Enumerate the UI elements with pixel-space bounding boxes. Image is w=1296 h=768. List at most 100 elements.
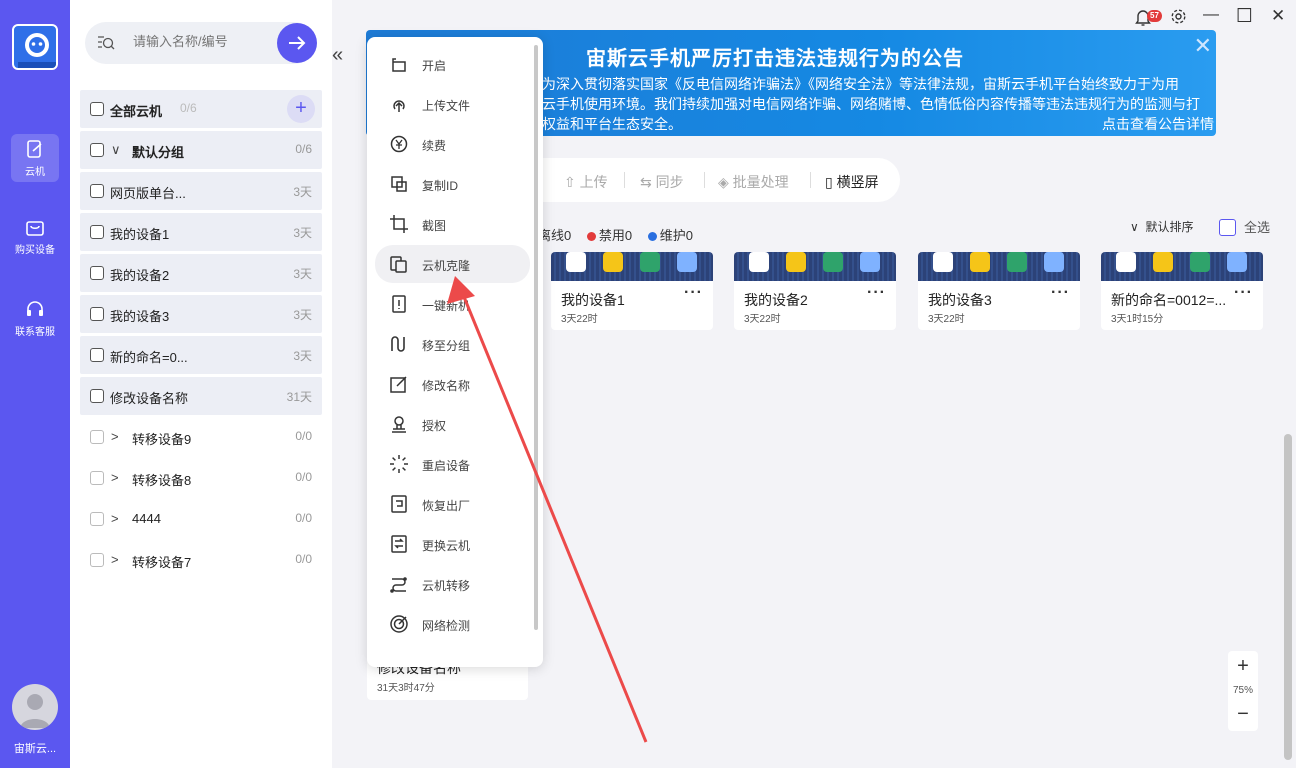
checkbox[interactable] [90,184,104,198]
device-card[interactable]: 我的设备3 3天22时 ··· [918,252,1080,330]
device-days: 3天 [293,226,312,240]
menu-item-transfer[interactable]: 云机转移 [375,565,530,603]
chevron-right-icon[interactable]: > [111,429,119,444]
device-row[interactable]: 修改设备名称 31天 [80,377,322,415]
checkbox[interactable] [90,225,104,239]
gear-icon[interactable] [1170,8,1187,30]
window-close-button[interactable]: ✕ [1271,6,1285,26]
menu-item-power-on[interactable]: 开启 [375,45,530,83]
status-summary: 离线0 禁用0 维护0 [538,225,693,244]
device-card[interactable]: 我的设备2 3天22时 ··· [734,252,896,330]
device-row[interactable]: 新的命名=0... 3天 [80,336,322,374]
settings-app-icon [640,252,660,272]
search-input[interactable] [133,34,273,49]
device-name: 我的设备1 [110,227,170,242]
select-all-checkbox[interactable]: 全选 [1219,217,1270,236]
divider [624,172,625,188]
chevron-right-icon[interactable]: > [111,511,119,526]
menu-item-upload-file[interactable]: 上传文件 [375,85,530,123]
checkbox[interactable] [90,348,104,362]
group-default[interactable]: ∨ 默认分组 0/6 [80,131,322,169]
menu-item-label: 恢复出厂 [422,499,471,513]
checkbox[interactable] [90,471,104,485]
group-row[interactable]: >4444 0/0 [80,500,322,538]
menu-item-rename[interactable]: 修改名称 [375,365,530,403]
group-row[interactable]: > 转移设备9 0/0 [80,418,322,456]
more-options-icon[interactable]: ··· [867,284,886,302]
more-options-icon[interactable]: ··· [684,284,703,302]
device-toolbar: ⇧ 上传 ⇆ 同步 ◈ 批量处理 ▯ 横竖屏 [520,158,900,202]
group-row[interactable]: > 转移设备7 0/0 [80,541,322,579]
rail-item-buy-device[interactable]: 购买设备 [0,216,70,256]
group-default-count: 0/6 [295,142,312,156]
checkbox[interactable] [90,102,104,116]
upload-button[interactable]: ⇧ 上传 [564,172,608,192]
announcement-text: 权益和平台生态安全。 [542,116,682,132]
device-screen-preview[interactable] [918,252,1080,281]
menu-item-copy-id[interactable]: 复制ID [375,165,530,203]
device-screen-preview[interactable] [734,252,896,281]
sync-button[interactable]: ⇆ 同步 [640,172,684,192]
group-name: 转移设备8 [132,473,192,488]
checkbox[interactable] [90,143,104,157]
checkbox[interactable] [90,512,104,526]
menu-item-clone[interactable]: 云机克隆 [375,245,530,283]
menu-item-new-device[interactable]: 一键新机 [375,285,530,323]
menu-item-replace[interactable]: 更换云机 [375,525,530,563]
device-card[interactable]: 新的命名=0012=... 3天1时15分 ··· [1101,252,1263,330]
main-scrollbar[interactable] [1284,434,1292,760]
device-name: 我的设备3 [110,309,170,324]
checkbox[interactable] [90,553,104,567]
menu-item-restart[interactable]: 重启设备 [375,445,530,483]
group-row[interactable]: > 转移设备8 0/0 [80,459,322,497]
device-row[interactable]: 网页版单台... 3天 [80,172,322,210]
chevron-down-icon[interactable]: ∨ [111,142,121,158]
menu-item-authorize[interactable]: 授权 [375,405,530,443]
device-row[interactable]: 我的设备2 3天 [80,254,322,292]
close-icon[interactable]: ✕ [1194,33,1212,59]
device-screen-preview[interactable] [1101,252,1263,281]
device-name: 网页版单台... [110,186,186,201]
device-screen-preview[interactable] [551,252,713,281]
chevron-right-icon[interactable]: > [111,552,119,567]
search-submit-button[interactable] [277,23,317,63]
group-default-label: 默认分组 [132,145,185,160]
checkbox[interactable] [90,389,104,403]
menu-item-move-group[interactable]: 移至分组 [375,325,530,363]
checkbox[interactable] [90,266,104,280]
chevron-right-icon[interactable]: > [111,470,119,485]
checkbox[interactable] [90,430,104,444]
device-days: 3天 [293,185,312,199]
menu-item-factory-reset[interactable]: 恢复出厂 [375,485,530,523]
menu-item-screenshot[interactable]: 截图 [375,205,530,243]
maximize-button[interactable]: ☐ [1236,5,1253,28]
menu-item-network-check[interactable]: 网络检测 [375,605,530,643]
menu-scrollbar[interactable] [534,45,538,630]
group-panel: 全部云机 0/6 + ∨ 默认分组 0/6 网页版单台... 3天 我的设备1 3天… [70,0,332,768]
rail-item-cloud-phone[interactable]: 云机 [0,134,70,182]
orientation-button[interactable]: ▯ 横竖屏 [825,172,879,192]
factory-reset-icon [391,495,407,513]
group-all-count: 0/6 [180,101,197,115]
more-options-icon[interactable]: ··· [1234,284,1253,302]
checkbox[interactable] [1219,219,1236,236]
user-avatar[interactable] [12,684,58,730]
device-row[interactable]: 我的设备3 3天 [80,295,322,333]
menu-item-renew[interactable]: 续费 [375,125,530,163]
rail-item-support[interactable]: 联系客服 [0,298,70,338]
checkbox[interactable] [90,307,104,321]
device-row[interactable]: 我的设备1 3天 [80,213,322,251]
add-group-button[interactable]: + [287,95,315,123]
menu-item-label: 一键新机 [422,299,471,313]
device-card[interactable]: 我的设备1 3天22时 ··· [551,252,713,330]
announcement-detail-link[interactable]: 点击查看公告详情 [1102,114,1214,134]
more-options-icon[interactable]: ··· [1051,284,1070,302]
group-all[interactable]: 全部云机 0/6 + [80,90,322,128]
collapse-panel-button[interactable]: « [332,44,350,67]
zoom-out-button[interactable]: − [1228,703,1258,726]
zoom-in-button[interactable]: + [1228,655,1258,678]
minimize-button[interactable]: — [1203,6,1219,24]
batch-button[interactable]: ◈ 批量处理 [718,172,789,192]
upload-icon [393,100,405,112]
sort-dropdown[interactable]: ∨ 默认排序 [1130,218,1193,235]
